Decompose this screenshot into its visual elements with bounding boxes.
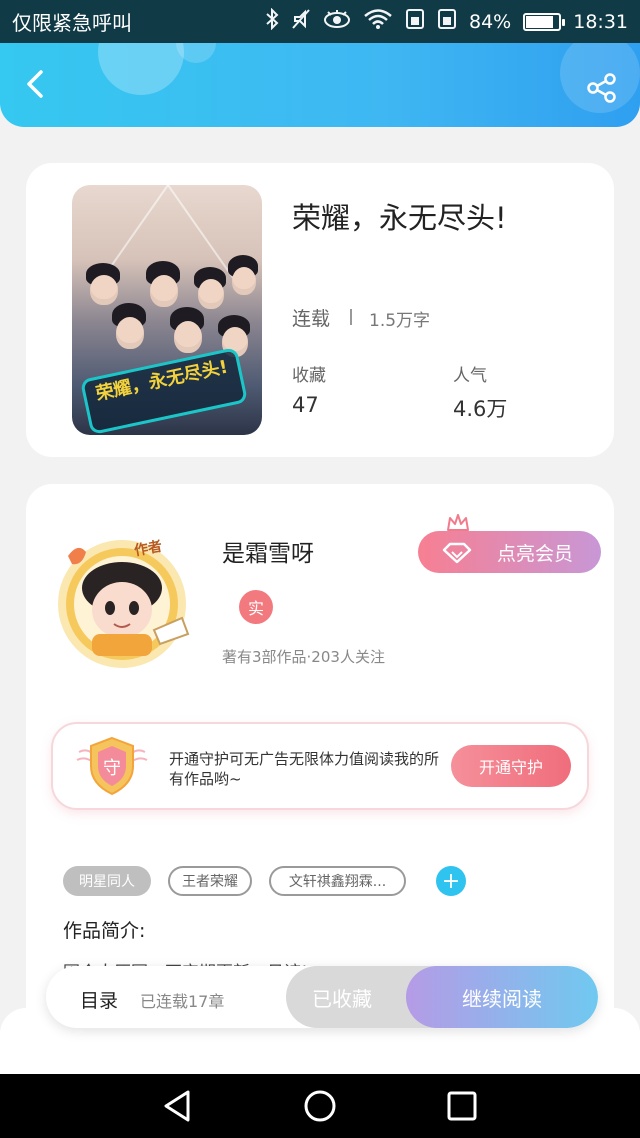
open-guard-button[interactable]: 开通守护	[451, 745, 571, 787]
author-avatar[interactable]: 作者	[42, 526, 210, 674]
nav-recents-button[interactable]	[444, 1088, 480, 1124]
crown-icon	[447, 514, 469, 531]
continue-reading-button[interactable]: 继续阅读	[406, 966, 598, 1028]
vip-button[interactable]: 点亮会员	[418, 531, 601, 573]
cover-decor	[150, 275, 178, 307]
shield-icon: 守	[76, 736, 148, 796]
eye-icon	[323, 9, 351, 34]
header	[0, 43, 640, 127]
vip-button-label: 点亮会员	[496, 542, 573, 565]
back-button[interactable]	[20, 67, 50, 101]
cover-decor	[232, 267, 256, 295]
cover-decor	[174, 321, 202, 353]
sim-icon	[437, 8, 457, 35]
favorites-value: 47	[292, 393, 319, 417]
wifi-icon	[363, 8, 393, 35]
author-meta: 著有3部作品·203人关注	[222, 648, 385, 666]
real-name-badge: 实	[239, 590, 273, 624]
divider	[350, 309, 352, 325]
cover-decor	[198, 279, 224, 309]
share-icon	[587, 73, 616, 103]
sim-icon	[405, 8, 425, 35]
book-info-card: 荣耀，永无尽头! 荣耀，永无尽头! 连载 1.5万字 收藏 47 人气 4.6万	[26, 163, 614, 457]
status-icons: 84% 18:31	[265, 7, 628, 35]
home-circle-icon	[304, 1090, 336, 1122]
book-cover[interactable]: 荣耀，永无尽头!	[72, 185, 262, 435]
plus-icon: +	[441, 868, 461, 894]
shield-char: 守	[103, 758, 121, 779]
add-tag-button[interactable]: +	[436, 866, 466, 896]
cover-title-banner: 荣耀，永无尽头!	[79, 346, 249, 435]
bluetooth-icon	[265, 7, 279, 35]
tag-chip[interactable]: 明星同人	[63, 866, 151, 896]
back-triangle-icon	[164, 1090, 190, 1122]
recents-square-icon	[447, 1091, 477, 1121]
nav-home-button[interactable]	[302, 1088, 338, 1124]
guard-promo-box: 守 开通守护可无广告无限体力值阅读我的所有作品哟~ 开通守护	[51, 722, 589, 810]
favorites-label: 收藏	[292, 366, 326, 386]
carrier-text: 仅限紧急呼叫	[12, 11, 132, 35]
serial-status: 连载	[292, 308, 331, 330]
intro-heading: 作品简介:	[63, 920, 146, 942]
word-count: 1.5万字	[369, 311, 431, 331]
book-title: 荣耀，永无尽头!	[292, 201, 507, 235]
chevron-left-icon	[27, 70, 43, 98]
toc-button[interactable]: 目录	[80, 986, 118, 1013]
decor-bubble	[98, 43, 184, 95]
cover-decor	[116, 317, 144, 349]
diamond-icon	[442, 542, 472, 564]
bottom-action-bar: 目录 已连载17章 已收藏 继续阅读	[46, 966, 598, 1028]
nav-back-button[interactable]	[160, 1088, 196, 1124]
clock: 18:31	[573, 10, 628, 33]
system-nav-bar	[0, 1074, 640, 1138]
guard-promo-text: 开通守护可无广告无限体力值阅读我的所有作品哟~	[169, 750, 440, 788]
popularity-value: 4.6万	[453, 397, 508, 421]
cover-decor	[90, 275, 118, 305]
status-bar: 仅限紧急呼叫 84% 18:31	[0, 0, 640, 43]
battery-percent: 84%	[469, 10, 512, 33]
author-name: 是霜雪呀	[222, 541, 314, 567]
tag-chip[interactable]: 王者荣耀	[168, 866, 252, 896]
chapter-count: 已连载17章	[140, 992, 225, 1011]
share-button[interactable]	[586, 73, 618, 103]
battery-level	[526, 15, 554, 28]
mute-icon	[291, 8, 311, 35]
tag-chip[interactable]: 文轩祺鑫翔霖...	[269, 866, 406, 896]
popularity-label: 人气	[453, 366, 487, 386]
battery-icon	[523, 12, 566, 31]
